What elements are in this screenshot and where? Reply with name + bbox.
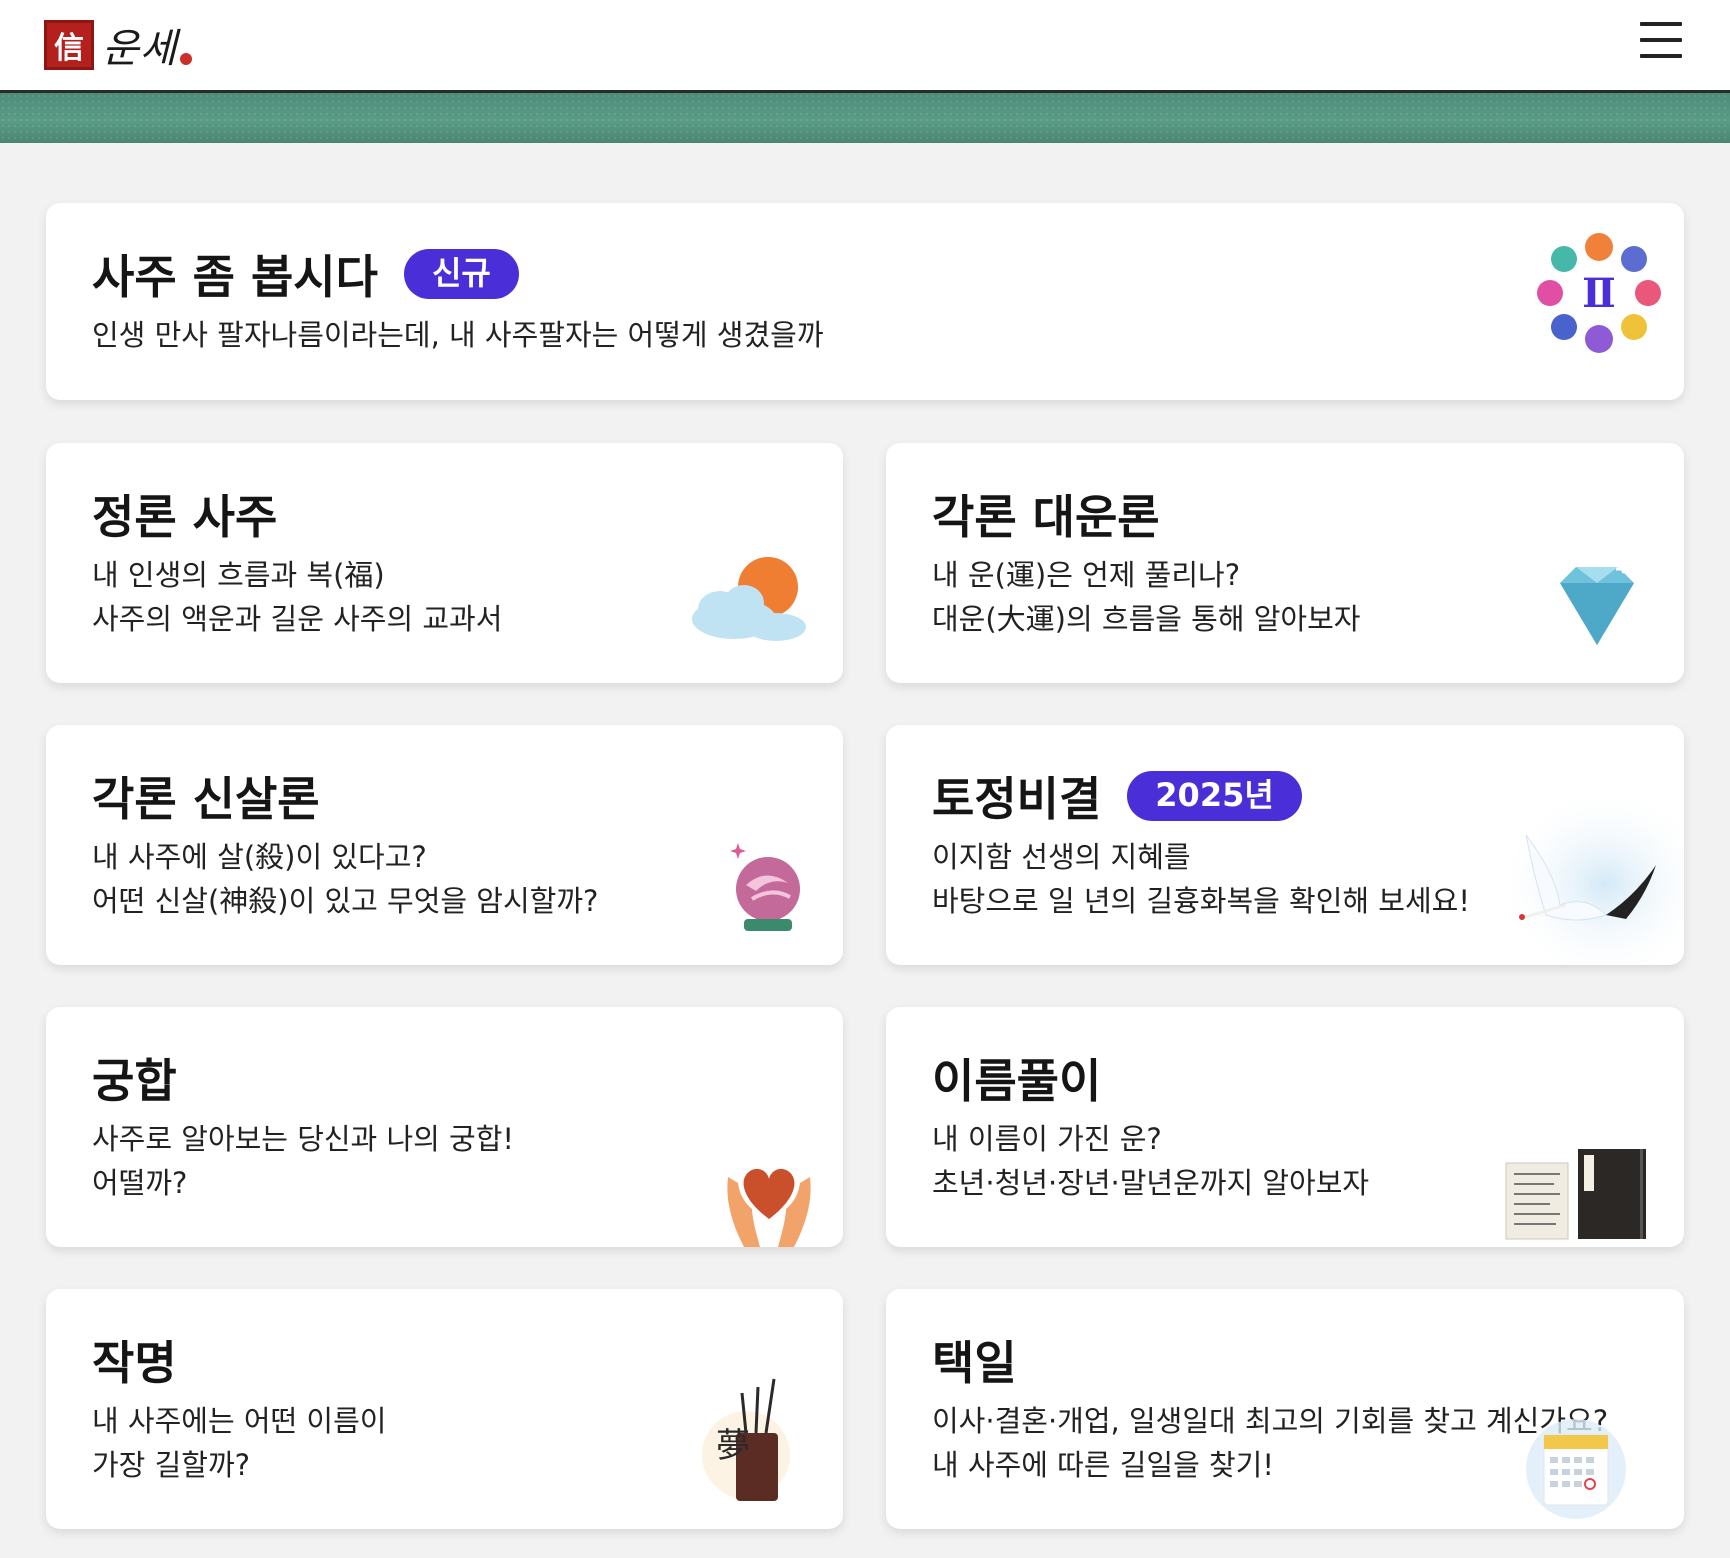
- header: 信 운세: [0, 0, 1730, 93]
- card-description: 인생 만사 팔자나름이라는데, 내 사주팔자는 어떻게 생겼을까: [92, 313, 824, 357]
- card-desc-line: 이사·결혼·개업, 일생일대 최고의 기회를 찾고 계신가요?: [932, 1404, 1609, 1438]
- card-title: 이름풀이: [932, 1045, 1101, 1111]
- svg-text:夢: 夢: [716, 1426, 750, 1466]
- book-icon: [1505, 1149, 1646, 1240]
- year-badge: 2025년: [1127, 771, 1302, 821]
- card-description: 내 이름이 가진 운? 초년·청년·장년·말년운까지 알아보자: [932, 1117, 1369, 1205]
- card-jakmyeong[interactable]: 작명 내 사주에는 어떤 이름이 가장 길할까? 夢: [46, 1289, 843, 1529]
- crane-icon: [1486, 785, 1684, 965]
- card-title-text: 택일: [932, 1336, 1017, 1390]
- card-gunghap[interactable]: 궁합 사주로 알아보는 당신과 나의 궁합! 어떨까?: [46, 1007, 843, 1247]
- card-title-text: 사주 좀 봅시다: [92, 250, 378, 304]
- card-desc-line: 어떤 신살(神殺)이 있고 무엇을 암시할까?: [92, 884, 599, 918]
- calendar-icon: [1526, 1419, 1626, 1519]
- card-title: 정론 사주: [92, 481, 277, 547]
- diamond-icon: [1560, 564, 1634, 645]
- zodiac-icon: Ⅱ: [1537, 233, 1661, 353]
- card-jeongron-saju[interactable]: 정론 사주 내 인생의 흐름과 복(福) 사주의 액운과 길운 사주의 교과서: [46, 443, 843, 683]
- card-desc-line: 내 사주에 따른 길일을 찾기!: [932, 1448, 1274, 1482]
- card-description: 사주로 알아보는 당신과 나의 궁합! 어떨까?: [92, 1117, 514, 1205]
- card-description: 내 운(運)은 언제 풀리나? 대운(大運)의 흐름을 통해 알아보자: [932, 553, 1360, 641]
- card-description: 이사·결혼·개업, 일생일대 최고의 기회를 찾고 계신가요? 내 사주에 따른…: [932, 1399, 1608, 1487]
- card-ireum-puri[interactable]: 이름풀이 내 이름이 가진 운? 초년·청년·장년·말년운까지 알아보자: [886, 1007, 1684, 1247]
- card-gakron-sinsalron[interactable]: 각론 신살론 내 사주에 살(殺)이 있다고? 어떤 신살(神殺)이 있고 무엇…: [46, 725, 843, 965]
- card-description: 내 사주에는 어떤 이름이 가장 길할까?: [92, 1399, 386, 1487]
- card-gakron-daeunron[interactable]: 각론 대운론 내 운(運)은 언제 풀리나? 대운(大運)의 흐름을 통해 알아…: [886, 443, 1684, 683]
- card-description: 내 사주에 살(殺)이 있다고? 어떤 신살(神殺)이 있고 무엇을 암시할까?: [92, 835, 598, 923]
- heart-hands-icon: [727, 1168, 811, 1247]
- card-title: 택일: [932, 1327, 1017, 1393]
- card-title: 궁합: [92, 1045, 177, 1111]
- card-desc-line: 내 운(運)은 언제 풀리나?: [932, 558, 1241, 592]
- card-title-text: 정론 사주: [92, 490, 278, 544]
- card-desc-line: 내 인생의 흐름과 복(福): [92, 558, 385, 592]
- card-saju-jom[interactable]: 사주 좀 봅시다 신규 인생 만사 팔자나름이라는데, 내 사주팔자는 어떻게 …: [46, 203, 1684, 400]
- card-title-text: 각론 대운론: [932, 490, 1160, 544]
- card-desc-line: 사주로 알아보는 당신과 나의 궁합!: [92, 1122, 515, 1156]
- logo-seal: 信: [44, 20, 94, 70]
- card-desc-line: 사주의 액운과 길운 사주의 교과서: [92, 602, 503, 636]
- card-title-text: 각론 신살론: [92, 772, 320, 826]
- card-title: 작명: [92, 1327, 177, 1393]
- card-desc-line: 내 사주에는 어떤 이름이: [92, 1404, 387, 1438]
- card-title-text: 궁합: [92, 1054, 177, 1108]
- card-desc-line: 어떨까?: [92, 1166, 188, 1200]
- card-desc-line: 내 이름이 가진 운?: [932, 1122, 1162, 1156]
- card-title-text: 작명: [92, 1336, 177, 1390]
- card-desc-line: 바탕으로 일 년의 길흉화복을 확인해 보세요!: [932, 884, 1470, 918]
- card-desc-line: 인생 만사 팔자나름이라는데, 내 사주팔자는 어떻게 생겼을까: [92, 318, 824, 352]
- card-title: 각론 대운론: [932, 481, 1160, 547]
- card-tojeong-bigyeol[interactable]: 토정비결 2025년 이지함 선생의 지혜를 바탕으로 일 년의 길흉화복을 확…: [886, 725, 1684, 965]
- card-desc-line: 내 사주에 살(殺)이 있다고?: [92, 840, 427, 874]
- card-taegil[interactable]: 택일 이사·결혼·개업, 일생일대 최고의 기회를 찾고 계신가요? 내 사주에…: [886, 1289, 1684, 1529]
- card-desc-line: 대운(大運)의 흐름을 통해 알아보자: [932, 602, 1361, 636]
- card-description: 이지함 선생의 지혜를 바탕으로 일 년의 길흉화복을 확인해 보세요!: [932, 835, 1470, 923]
- card-desc-line: 이지함 선생의 지혜를: [932, 840, 1191, 874]
- svg-text:Ⅱ: Ⅱ: [1582, 270, 1616, 317]
- crystal-ball-icon: [730, 843, 800, 931]
- logo-text: 운세: [102, 26, 178, 72]
- card-title-text: 토정비결: [932, 772, 1102, 826]
- logo-stamp-icon: [179, 53, 192, 65]
- card-title: 토정비결 2025년: [932, 763, 1302, 829]
- sun-cloud-icon: [692, 557, 806, 641]
- banner-strip: [0, 93, 1730, 143]
- brush-holder-icon: 夢: [702, 1378, 790, 1501]
- hamburger-menu-icon[interactable]: [1640, 22, 1682, 62]
- card-desc-line: 초년·청년·장년·말년운까지 알아보자: [932, 1166, 1370, 1200]
- card-desc-line: 가장 길할까?: [92, 1448, 251, 1482]
- site-logo[interactable]: 信 운세: [44, 18, 192, 72]
- card-description: 내 인생의 흐름과 복(福) 사주의 액운과 길운 사주의 교과서: [92, 553, 502, 641]
- card-title: 각론 신살론: [92, 763, 320, 829]
- card-title: 사주 좀 봅시다 신규: [92, 241, 519, 307]
- new-badge: 신규: [403, 249, 519, 299]
- card-title-text: 이름풀이: [932, 1054, 1102, 1108]
